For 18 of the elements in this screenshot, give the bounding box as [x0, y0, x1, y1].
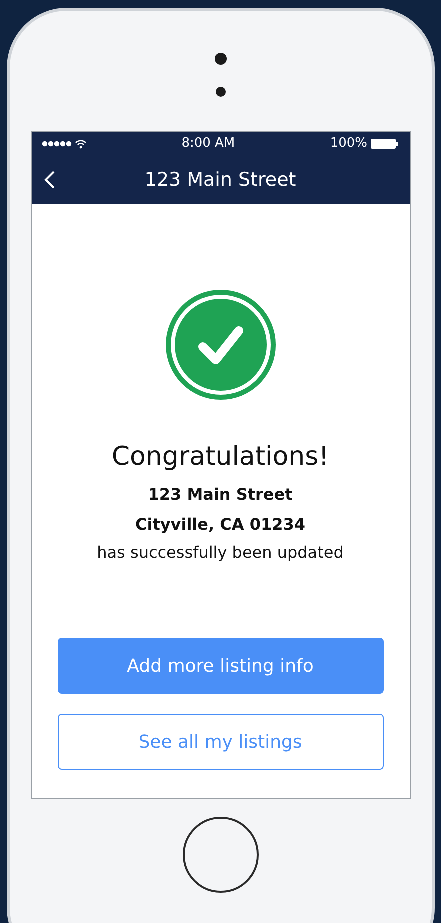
back-button[interactable]	[44, 170, 56, 190]
address-line: Cityville, CA 01234	[135, 514, 306, 536]
speaker-icon	[216, 87, 226, 97]
signal-icon	[42, 141, 72, 147]
back-icon	[44, 170, 56, 190]
wifi-icon	[74, 139, 86, 149]
success-heading: Congratulations!	[112, 441, 330, 474]
add-listing-button[interactable]: Add more listing info	[58, 638, 384, 694]
update-note: has successfully been updated	[97, 542, 344, 564]
see-listings-button[interactable]: See all my listings	[58, 714, 384, 770]
battery-percent: 100%	[330, 135, 368, 154]
battery-icon	[371, 139, 400, 149]
nav-title: 123 Main Street	[144, 168, 296, 193]
status-time: 8:00 AM	[182, 135, 236, 154]
camera-icon	[214, 53, 226, 65]
success-check-icon	[164, 288, 278, 402]
home-button[interactable]	[182, 817, 258, 893]
address-line: 123 Main Street	[148, 484, 293, 506]
